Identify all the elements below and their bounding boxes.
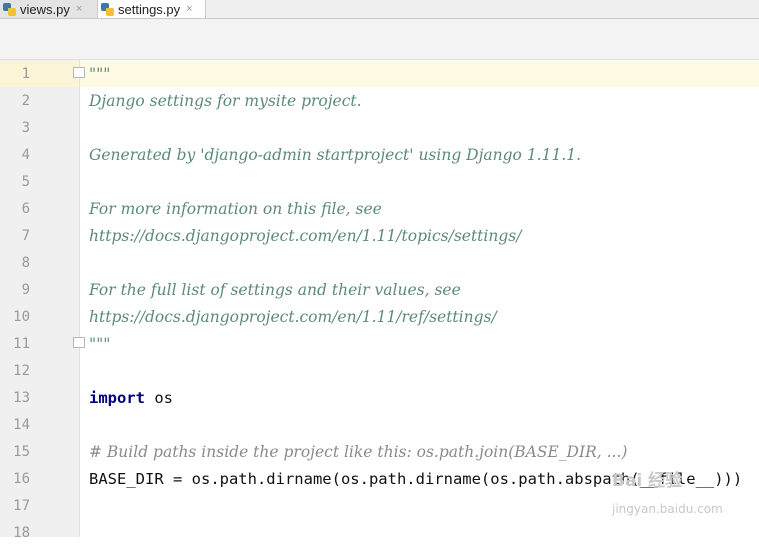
code-line: import os [89, 385, 173, 412]
line-number: 8 [21, 255, 30, 271]
code-line: https://docs.djangoproject.com/en/1.11/r… [89, 308, 497, 326]
line-number: 17 [13, 498, 30, 514]
editor-tab-bar: views.py × settings.py × [0, 0, 759, 19]
close-icon[interactable]: × [186, 3, 192, 15]
code-line: """ [89, 335, 111, 353]
code-line: Django settings for mysite project. [89, 92, 362, 110]
code-line: """ [89, 65, 111, 83]
tab-label: settings.py [118, 1, 181, 17]
code-line: For more information on this file, see [89, 200, 382, 218]
tab-label: views.py [20, 1, 70, 17]
line-number: 11 [13, 336, 30, 352]
code-line: https://docs.djangoproject.com/en/1.11/t… [89, 227, 522, 245]
code-text: os [145, 389, 173, 407]
line-number: 4 [21, 147, 30, 163]
line-number: 13 [13, 390, 30, 406]
watermark-url: jingyan.baidu.com [612, 502, 723, 516]
editor-breadcrumb-bar [0, 19, 759, 60]
line-number: 16 [13, 471, 30, 487]
line-number: 5 [21, 174, 30, 190]
code-line: # Build paths inside the project like th… [89, 443, 628, 461]
tab-views-py[interactable]: views.py × [0, 0, 98, 18]
current-line-highlight [0, 61, 759, 87]
line-number: 7 [21, 228, 30, 244]
keyword-import: import [89, 389, 145, 407]
watermark-logo: Bai 经验 [612, 471, 683, 491]
close-icon[interactable]: × [76, 3, 82, 15]
line-number: 3 [21, 120, 30, 136]
line-number: 18 [13, 525, 30, 541]
tab-settings-py[interactable]: settings.py × [98, 0, 206, 18]
python-file-icon [101, 2, 114, 16]
line-number: 6 [21, 201, 30, 217]
line-number: 12 [13, 363, 30, 379]
python-file-icon [3, 2, 16, 16]
fold-start-icon[interactable] [73, 67, 85, 78]
line-number: 10 [13, 309, 30, 325]
line-number: 15 [13, 444, 30, 460]
line-number: 1 [21, 66, 30, 82]
line-number: 9 [21, 282, 30, 298]
line-number: 14 [13, 417, 30, 433]
fold-end-icon[interactable] [73, 337, 85, 348]
code-line: Generated by 'django-admin startproject'… [89, 146, 582, 164]
code-line: For the full list of settings and their … [89, 281, 461, 299]
line-number: 2 [21, 93, 30, 109]
